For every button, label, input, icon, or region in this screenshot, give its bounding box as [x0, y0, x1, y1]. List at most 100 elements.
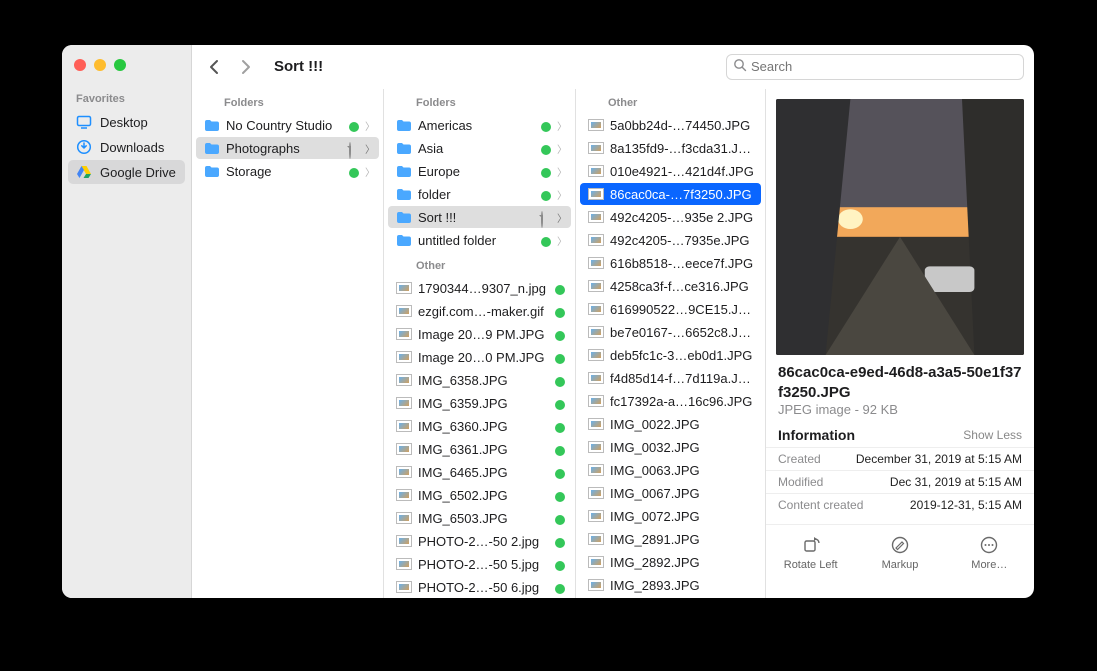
info-value: 2019-12-31, 5:15 AM	[910, 498, 1022, 512]
image-file-icon	[396, 280, 412, 296]
action-more[interactable]: More…	[945, 525, 1034, 581]
row-label: Asia	[418, 141, 535, 156]
folder-row[interactable]: Europe〉	[388, 160, 571, 182]
folder-row[interactable]: No Country Studio〉	[196, 114, 379, 136]
action-rotate[interactable]: Rotate Left	[766, 525, 855, 581]
folder-row[interactable]: Storage〉	[196, 160, 379, 182]
file-row[interactable]: be7e0167-…6652c8.JPG	[580, 321, 761, 343]
file-row[interactable]: deb5fc1c-3…eb0d1.JPG	[580, 344, 761, 366]
file-row[interactable]: ezgif.com…-maker.gif	[388, 300, 571, 322]
row-label: IMG_0032.JPG	[610, 440, 755, 455]
chevron-right-icon: 〉	[557, 141, 565, 156]
action-markup[interactable]: Markup	[855, 525, 944, 581]
image-file-icon	[588, 393, 604, 409]
file-row[interactable]: IMG_6502.JPG	[388, 484, 571, 506]
chevron-right-icon: 〉	[557, 118, 565, 133]
file-row[interactable]: IMG_6360.JPG	[388, 415, 571, 437]
info-heading: Information	[778, 427, 855, 443]
sync-status-icon	[555, 467, 565, 477]
sync-status-icon	[555, 490, 565, 500]
file-row[interactable]: PHOTO-2…-50 5.jpg	[388, 553, 571, 575]
file-row[interactable]: 492c4205-…935e 2.JPG	[580, 206, 761, 228]
row-label: ezgif.com…-maker.gif	[418, 304, 549, 319]
download-icon	[76, 139, 92, 155]
search-input[interactable]	[751, 59, 1017, 74]
folder-row[interactable]: folder〉	[388, 183, 571, 205]
row-label: Storage	[226, 164, 343, 179]
file-row[interactable]: IMG_6361.JPG	[388, 438, 571, 460]
zoom-window-button[interactable]	[114, 59, 126, 71]
row-label: IMG_0072.JPG	[610, 509, 755, 524]
back-button[interactable]	[202, 55, 226, 79]
file-row[interactable]: IMG_6359.JPG	[388, 392, 571, 414]
file-row[interactable]: 8a135fd9-…f3cda31.JPG	[580, 137, 761, 159]
info-key: Modified	[778, 475, 823, 489]
file-row[interactable]: IMG_0063.JPG	[580, 459, 761, 481]
file-row[interactable]: PHOTO-2…-50 2.jpg	[388, 530, 571, 552]
file-row[interactable]: Image 20…9 PM.JPG	[388, 323, 571, 345]
show-less-button[interactable]: Show Less	[963, 428, 1022, 442]
image-file-icon	[588, 186, 604, 202]
file-row[interactable]: IMG_0072.JPG	[580, 505, 761, 527]
image-file-icon	[588, 301, 604, 317]
close-window-button[interactable]	[74, 59, 86, 71]
column-2[interactable]: Other5a0bb24d-…74450.JPG8a135fd9-…f3cda3…	[576, 89, 766, 598]
file-row[interactable]: IMG_6503.JPG	[388, 507, 571, 529]
file-row[interactable]: PHOTO-2…-50 6.jpg	[388, 576, 571, 598]
info-row: CreatedDecember 31, 2019 at 5:15 AM	[766, 447, 1034, 470]
file-row[interactable]: IMG_2892.JPG	[580, 551, 761, 573]
file-row[interactable]: IMG_0032.JPG	[580, 436, 761, 458]
file-row[interactable]: 1790344…9307_n.jpg	[388, 277, 571, 299]
row-label: IMG_6360.JPG	[418, 419, 549, 434]
file-row[interactable]: IMG_0067.JPG	[580, 482, 761, 504]
row-label: IMG_0067.JPG	[610, 486, 755, 501]
row-label: IMG_6358.JPG	[418, 373, 549, 388]
row-label: 492c4205-…7935e.JPG	[610, 233, 755, 248]
window-controls	[62, 53, 191, 89]
file-row[interactable]: IMG_6358.JPG	[388, 369, 571, 391]
folder-row[interactable]: Asia 〉	[388, 137, 571, 159]
file-row[interactable]: f4d85d14-f…7d119a.JPG	[580, 367, 761, 389]
chevron-right-icon: 〉	[365, 141, 373, 156]
file-row[interactable]: Image 20…0 PM.JPG	[388, 346, 571, 368]
sync-status-icon	[555, 375, 565, 385]
folder-row[interactable]: Photographs〉	[196, 137, 379, 159]
image-file-icon	[396, 487, 412, 503]
folder-icon	[396, 209, 412, 225]
image-file-icon	[588, 554, 604, 570]
minimize-window-button[interactable]	[94, 59, 106, 71]
row-label: PHOTO-2…-50 2.jpg	[418, 534, 549, 549]
file-row[interactable]: IMG_2895.JPG	[580, 597, 761, 598]
file-row[interactable]: 492c4205-…7935e.JPG	[580, 229, 761, 251]
sidebar-item-google-drive[interactable]: Google Drive	[68, 160, 185, 184]
sync-status-icon	[555, 559, 565, 569]
file-row[interactable]: fc17392a-a…16c96.JPG	[580, 390, 761, 412]
file-row[interactable]: IMG_6465.JPG	[388, 461, 571, 483]
info-key: Content created	[778, 498, 863, 512]
file-row[interactable]: 5a0bb24d-…74450.JPG	[580, 114, 761, 136]
folder-row[interactable]: Sort !!!〉	[388, 206, 571, 228]
file-row[interactable]: 010e4921-…421d4f.JPG	[580, 160, 761, 182]
file-row[interactable]: 4258ca3f-f…ce316.JPG	[580, 275, 761, 297]
quick-actions: Rotate LeftMarkupMore…	[766, 524, 1034, 581]
file-row[interactable]: IMG_0022.JPG	[580, 413, 761, 435]
column-1[interactable]: FoldersAmericas〉Asia〉Europe〉folder〉Sort …	[384, 89, 576, 598]
column-group-header: Folders	[192, 89, 383, 113]
main-area: Sort !!! FoldersNo Country Studio〉Photog…	[192, 45, 1034, 598]
search-field[interactable]	[726, 54, 1024, 80]
file-row[interactable]: 86cac0ca-…7f3250.JPG	[580, 183, 761, 205]
folder-row[interactable]: untitled folder〉	[388, 229, 571, 251]
image-file-icon	[588, 347, 604, 363]
folder-icon	[204, 163, 220, 179]
file-row[interactable]: IMG_2891.JPG	[580, 528, 761, 550]
sidebar-item-downloads[interactable]: Downloads	[68, 135, 185, 159]
column-0[interactable]: FoldersNo Country Studio〉Photographs〉Sto…	[192, 89, 384, 598]
forward-button[interactable]	[234, 55, 258, 79]
file-row[interactable]: 616990522…9CE15.JPG	[580, 298, 761, 320]
file-row[interactable]: 616b8518-…eece7f.JPG	[580, 252, 761, 274]
folder-row[interactable]: Americas〉	[388, 114, 571, 136]
sidebar-item-desktop[interactable]: Desktop	[68, 110, 185, 134]
file-row[interactable]: IMG_2893.JPG	[580, 574, 761, 596]
image-file-icon	[588, 278, 604, 294]
preview-filename: 86cac0ca-e9ed-46d8-a3a5-50e1f37f3250.JPG	[766, 363, 1034, 402]
